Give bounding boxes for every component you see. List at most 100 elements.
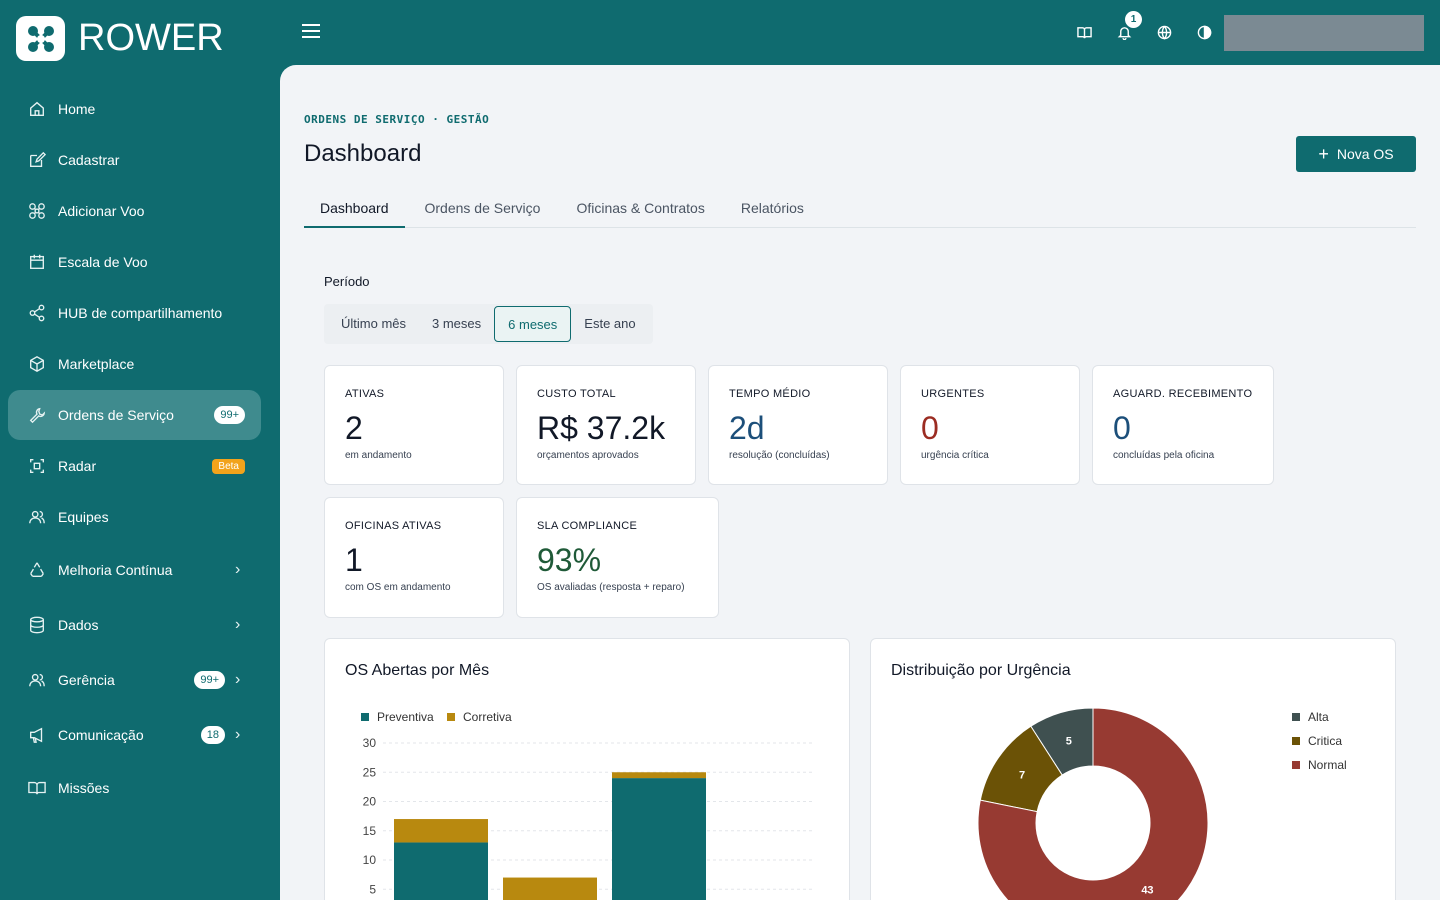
chevron-right-icon[interactable]: › — [235, 726, 245, 744]
sidebar-item-hub-de-compartilhamento[interactable]: HUB de compartilhamento — [8, 288, 261, 338]
sidebar-nav: Home Cadastrar Adicionar Voo Escala de Voo H… — [8, 84, 261, 814]
kpi-value: 2d — [729, 410, 765, 446]
plus-icon: + — [1318, 144, 1329, 164]
chart-panel-os-por-mes: OS Abertas por Mês Preventiva Corretiva 5 1… — [324, 638, 850, 900]
chevron-right-icon[interactable]: › — [235, 671, 245, 689]
sidebar-item-marketplace[interactable]: Marketplace — [8, 339, 261, 389]
kpi-value: 1 — [345, 542, 363, 578]
edit-icon — [27, 150, 47, 170]
sidebar-item-adicionar-voo[interactable]: Adicionar Voo — [8, 186, 261, 236]
bell-icon[interactable]: 1 — [1114, 11, 1142, 42]
kpi-sub: em andamento — [345, 450, 412, 461]
book-icon — [27, 778, 47, 798]
sidebar-item-ger-ncia[interactable]: Gerência 99+ › — [8, 653, 261, 707]
kpi-sub: concluídas pela oficina — [1113, 450, 1215, 461]
user-menu[interactable] — [1224, 15, 1424, 51]
y-tick-label: 20 — [363, 795, 377, 809]
new-os-button[interactable]: + Nova OS — [1296, 136, 1416, 172]
kpi-sub: resolução (concluídas) — [729, 450, 830, 461]
sidebar-item-dados[interactable]: Dados › — [8, 598, 261, 652]
sidebar-item-comunica-o[interactable]: Comunicação 18 › — [8, 708, 261, 762]
tab-bar: Dashboard Ordens de Serviço Oficinas & C… — [304, 192, 1416, 228]
bar-chart: Preventiva Corretiva 5 10 15 20 25 30 — [361, 710, 815, 900]
sidebar: ROWER Home Cadastrar Adicionar Voo Escala d… — [0, 0, 280, 900]
chevron-right-icon[interactable]: › — [235, 616, 245, 634]
sidebar-item-label: Missões — [58, 780, 110, 796]
tab-relatorios[interactable]: Relatórios — [725, 192, 820, 227]
donut-value-label: 5 — [1066, 735, 1072, 747]
kpi-value: 93% — [537, 542, 602, 578]
globe-icon[interactable] — [1154, 22, 1174, 42]
sidebar-item-home[interactable]: Home — [8, 84, 261, 134]
kpi-label: OFICINAS ATIVAS — [345, 520, 442, 532]
kpi-label: ATIVAS — [345, 388, 385, 400]
count-badge: 99+ — [214, 406, 245, 424]
brand-logo[interactable]: ROWER — [16, 16, 224, 61]
sidebar-item-ordens-de-servi-o[interactable]: Ordens de Serviço 99+ — [8, 390, 261, 440]
period-selector: Último mês 3 meses 6 meses Este ano — [324, 304, 653, 344]
period-option-3-meses[interactable]: 3 meses — [419, 306, 494, 342]
drone-icon — [27, 201, 47, 221]
sidebar-item-label: Ordens de Serviço — [58, 407, 174, 423]
legend-label: Alta — [1308, 710, 1329, 724]
beta-badge: Beta — [212, 458, 245, 474]
sidebar-item-label: Adicionar Voo — [58, 203, 145, 219]
sidebar-item-melhoria-cont-nua[interactable]: Melhoria Contínua › — [8, 543, 261, 597]
menu-toggle-icon[interactable] — [302, 24, 320, 42]
kpi-sub: OS avaliadas (resposta + reparo) — [537, 582, 685, 593]
chart-panel-urgencia: Distribuição por Urgência 5 7 43 Alta Critic… — [870, 638, 1396, 900]
donut-value-label: 7 — [1019, 769, 1025, 781]
radar-icon — [27, 456, 47, 476]
sidebar-item-label: Comunicação — [58, 727, 144, 743]
kpi-value: 0 — [1113, 410, 1131, 446]
home-icon — [27, 99, 47, 119]
tab-dashboard[interactable]: Dashboard — [304, 192, 405, 228]
sidebar-item-escala-de-voo[interactable]: Escala de Voo — [8, 237, 261, 287]
legend-swatch — [1292, 713, 1300, 721]
legend-swatch — [361, 713, 369, 721]
sidebar-item-radar[interactable]: Radar Beta — [8, 441, 261, 491]
calendar-icon — [27, 252, 47, 272]
sidebar-item-cadastrar[interactable]: Cadastrar — [8, 135, 261, 185]
kpi-value: 2 — [345, 410, 363, 446]
bar-corretiva — [503, 877, 597, 900]
users-icon — [27, 507, 47, 527]
legend-swatch — [447, 713, 455, 721]
drone-logo-icon — [16, 16, 65, 61]
kpi-label: SLA COMPLIANCE — [537, 520, 638, 532]
count-badge: 99+ — [194, 671, 225, 689]
legend-swatch — [1292, 761, 1300, 769]
sidebar-item-label: Gerência — [58, 672, 115, 688]
breadcrumb: ORDENS DE SERVIÇO · GESTÃO — [304, 113, 490, 126]
box-icon — [27, 354, 47, 374]
sidebar-item-label: Equipes — [58, 509, 109, 525]
sidebar-item-label: Dados — [58, 617, 99, 633]
sidebar-item-label: Escala de Voo — [58, 254, 148, 270]
kpi-card-custo-total: CUSTO TOTAL R$ 37.2k orçamentos aprovado… — [516, 365, 696, 485]
new-os-label: Nova OS — [1336, 146, 1394, 162]
sidebar-item-label: Radar — [58, 458, 97, 474]
chevron-right-icon[interactable]: › — [235, 561, 245, 579]
count-badge: 18 — [200, 726, 225, 744]
kpi-label: TEMPO MÉDIO — [729, 388, 811, 400]
sidebar-item-equipes[interactable]: Equipes — [8, 492, 261, 542]
topbar-actions: 1 — [1074, 11, 1214, 42]
kpi-card-urgentes: URGENTES 0 urgência crítica — [900, 365, 1080, 485]
recycle-icon — [27, 560, 47, 580]
kpi-label: CUSTO TOTAL — [537, 388, 616, 400]
notification-badge: 1 — [1125, 11, 1142, 28]
tab-oficinas[interactable]: Oficinas & Contratos — [560, 192, 720, 227]
y-tick-label: 15 — [363, 824, 377, 838]
contrast-icon[interactable] — [1194, 22, 1214, 42]
period-option-6-meses[interactable]: 6 meses — [494, 306, 572, 342]
kpi-card-aguard-recebimento: AGUARD. RECEBIMENTO 0 concluídas pela of… — [1092, 365, 1274, 485]
database-icon — [27, 615, 47, 635]
period-option-este-ano[interactable]: Este ano — [571, 306, 648, 342]
legend-swatch — [1292, 737, 1300, 745]
kpi-sub: orçamentos aprovados — [537, 450, 639, 461]
donut-value-label: 43 — [1141, 885, 1153, 897]
tab-ordens[interactable]: Ordens de Serviço — [409, 192, 557, 227]
sidebar-item-miss-es[interactable]: Missões — [8, 763, 261, 813]
period-option-ultimo-mes[interactable]: Último mês — [328, 306, 419, 342]
book-icon[interactable] — [1074, 22, 1094, 42]
